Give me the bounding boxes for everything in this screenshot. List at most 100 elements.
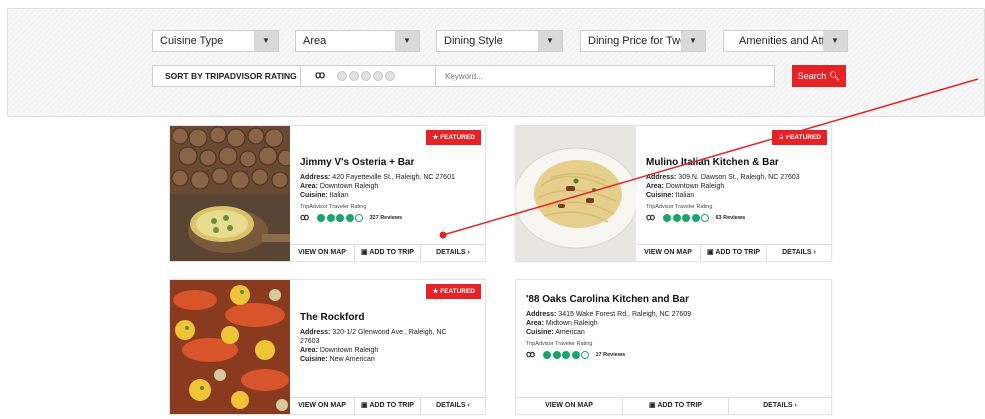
cuisine-key: Cuisine: bbox=[526, 329, 554, 336]
star-icon: ★ bbox=[778, 134, 785, 141]
cuisine-value: Italian bbox=[329, 192, 349, 199]
cuisine-type-select[interactable]: Cuisine Type ▼ bbox=[152, 30, 279, 52]
featured-badge: ★ FEATURED bbox=[426, 130, 481, 145]
rating-bubble-filled bbox=[326, 213, 335, 222]
cuisine-key: Cuisine: bbox=[300, 192, 328, 199]
chevron-right-icon: › bbox=[794, 402, 797, 409]
rating-bubble-4[interactable] bbox=[373, 71, 383, 81]
address-key: Address: bbox=[300, 174, 331, 181]
rating-bubble-filled bbox=[552, 350, 561, 359]
review-count[interactable]: 63 Reviews bbox=[716, 215, 746, 221]
area-value: Downtown Raleigh bbox=[665, 183, 725, 190]
restaurant-name[interactable]: Mulino Italian Kitchen & Bar bbox=[646, 157, 831, 168]
area-value: Downtown Raleigh bbox=[319, 183, 379, 190]
rating-bubble-3[interactable] bbox=[361, 71, 371, 81]
area-key: Area: bbox=[300, 183, 318, 190]
featured-badge: ★ FEATURED bbox=[426, 284, 481, 299]
featured-label: FEATURED bbox=[440, 134, 475, 141]
add-to-trip-label: ADD TO TRIP bbox=[657, 402, 702, 409]
chevron-right-icon: › bbox=[467, 402, 470, 409]
keyword-input[interactable] bbox=[435, 65, 775, 87]
restaurant-photo bbox=[170, 280, 290, 414]
chevron-down-icon: ▼ bbox=[538, 31, 562, 51]
rating-bubble-1[interactable] bbox=[337, 71, 347, 81]
restaurant-name[interactable]: '88 Oaks Carolina Kitchen and Bar bbox=[526, 294, 831, 305]
restaurant-card: '88 Oaks Carolina Kitchen and Bar Addres… bbox=[515, 279, 832, 415]
cuisine-line: Cuisine: American bbox=[526, 328, 831, 337]
address-value: 420 Fayetteville St., Raleigh, NC 27601 bbox=[332, 174, 455, 181]
area-line: Area: Midtown Raleigh bbox=[526, 319, 831, 328]
area-value: Area bbox=[303, 35, 327, 47]
card-actions: VIEW ON MAP ▣ ADD TO TRIP DETAILS › bbox=[290, 397, 485, 414]
divider bbox=[300, 66, 301, 86]
view-on-map-button[interactable]: VIEW ON MAP bbox=[290, 398, 354, 414]
rating-filter-bubbles[interactable] bbox=[337, 71, 395, 81]
featured-label: FEATURED bbox=[786, 134, 821, 141]
cuisine-value: American bbox=[555, 329, 585, 336]
address-value: 309 N. Dawson St., Raleigh, NC 27603 bbox=[678, 174, 800, 181]
area-key: Area: bbox=[300, 347, 318, 354]
address-key: Address: bbox=[646, 174, 677, 181]
tripadvisor-label: TripAdvisor Traveler Rating bbox=[300, 204, 367, 210]
area-line: Area: Downtown Raleigh bbox=[300, 182, 485, 191]
chevron-down-icon: ▼ bbox=[254, 31, 278, 51]
tripadvisor-owl-icon: ꝏ bbox=[646, 212, 656, 222]
address-line: Address: 420 Fayetteville St., Raleigh, … bbox=[300, 173, 485, 182]
restaurant-name[interactable]: The Rockford bbox=[300, 312, 485, 323]
rating-bubble-empty bbox=[355, 213, 363, 222]
search-button-label: Search bbox=[797, 71, 827, 81]
area-value: Downtown Raleigh bbox=[319, 347, 379, 354]
details-button[interactable]: DETAILS › bbox=[420, 398, 485, 414]
review-count[interactable]: 17 Reviews bbox=[596, 352, 626, 358]
view-on-map-button[interactable]: VIEW ON MAP bbox=[290, 245, 354, 261]
add-to-trip-button[interactable]: ▣ ADD TO TRIP bbox=[622, 398, 728, 414]
dining-price-select[interactable]: Dining Price for Two ▼ bbox=[580, 30, 706, 52]
rating-bubble-filled bbox=[691, 213, 700, 222]
chevron-down-icon: ▼ bbox=[681, 31, 705, 51]
add-to-trip-label: ADD TO TRIP bbox=[369, 402, 414, 409]
review-count[interactable]: 327 Reviews bbox=[370, 215, 403, 221]
restaurant-info: The Rockford Address: 320-1/2 Glenwood A… bbox=[300, 312, 485, 364]
briefcase-icon: ▣ bbox=[707, 249, 714, 256]
star-icon: ★ bbox=[432, 288, 439, 295]
rating-bubble-empty bbox=[701, 213, 709, 222]
details-label: DETAILS bbox=[436, 402, 466, 409]
view-on-map-button[interactable]: VIEW ON MAP bbox=[636, 245, 700, 261]
add-to-trip-label: ADD TO TRIP bbox=[369, 249, 414, 256]
rating-bubble-filled bbox=[672, 213, 681, 222]
tripadvisor-owl-icon: ꝏ bbox=[526, 349, 536, 359]
restaurant-name[interactable]: Jimmy V's Osteria + Bar bbox=[300, 157, 485, 168]
add-to-trip-button[interactable]: ▣ ADD TO TRIP bbox=[354, 245, 420, 261]
tripadvisor-rating: ꝏ 63 Reviews bbox=[646, 212, 831, 223]
tripadvisor-owl-icon: ꝏ bbox=[315, 70, 326, 81]
cuisine-line: Cuisine: Italian bbox=[300, 191, 485, 200]
briefcase-icon: ▣ bbox=[361, 402, 368, 409]
view-on-map-button[interactable]: VIEW ON MAP bbox=[516, 398, 622, 414]
rating-bubble-5[interactable] bbox=[385, 71, 395, 81]
briefcase-icon: ▣ bbox=[649, 402, 656, 409]
chevron-down-icon: ▼ bbox=[823, 31, 847, 51]
search-button[interactable]: Search 🔍︎ bbox=[792, 65, 846, 87]
dining-style-value: Dining Style bbox=[444, 35, 503, 47]
add-to-trip-button[interactable]: ▣ ADD TO TRIP bbox=[354, 398, 420, 414]
add-to-trip-label: ADD TO TRIP bbox=[715, 249, 760, 256]
restaurant-info: Jimmy V's Osteria + Bar Address: 420 Fay… bbox=[300, 157, 485, 223]
details-button[interactable]: DETAILS › bbox=[728, 398, 831, 414]
dining-style-select[interactable]: Dining Style ▼ bbox=[436, 30, 563, 52]
area-line: Area: Downtown Raleigh bbox=[646, 182, 831, 191]
rating-bubble-filled bbox=[663, 213, 671, 222]
rating-bubble-2[interactable] bbox=[349, 71, 359, 81]
filter-panel bbox=[7, 8, 985, 117]
details-button[interactable]: DETAILS › bbox=[420, 245, 485, 261]
rating-bubble-filled bbox=[562, 350, 570, 359]
cuisine-key: Cuisine: bbox=[646, 192, 674, 199]
tripadvisor-rating: ꝏ 17 Reviews bbox=[526, 349, 831, 360]
tripadvisor-label: TripAdvisor Traveler Rating bbox=[646, 204, 713, 210]
restaurant-info: '88 Oaks Carolina Kitchen and Bar Addres… bbox=[526, 294, 831, 360]
amenities-select[interactable]: Amenities and Attribu ▼ bbox=[723, 30, 848, 52]
area-select[interactable]: Area ▼ bbox=[295, 30, 420, 52]
address-line: Address: 309 N. Dawson St., Raleigh, NC … bbox=[646, 173, 831, 182]
sort-by-rating-control[interactable]: SORT BY TRIPADVISOR RATING ꝏ bbox=[152, 65, 474, 87]
add-to-trip-button[interactable]: ▣ ADD TO TRIP bbox=[700, 245, 766, 261]
details-button[interactable]: DETAILS › bbox=[766, 245, 831, 261]
